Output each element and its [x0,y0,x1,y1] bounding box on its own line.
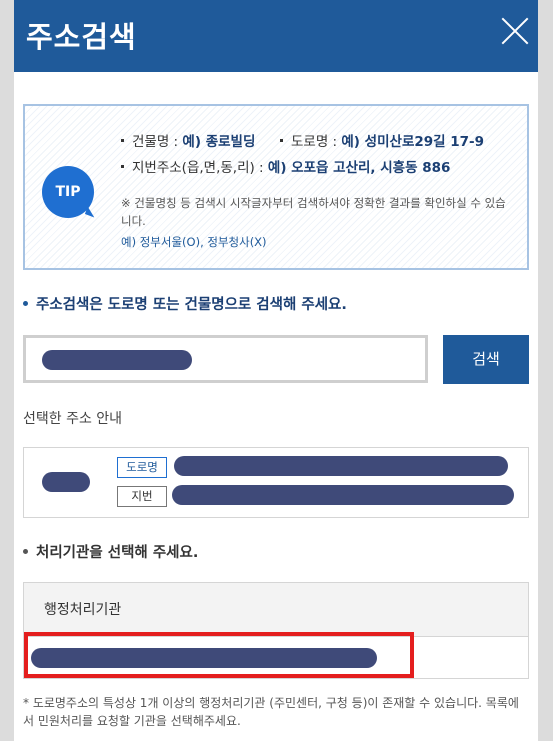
tip-lot-example: 예) 오포읍 고산리, 시흥동 886 [267,160,451,176]
agency-guide: 처리기관을 선택해 주세요. [23,541,198,562]
lot-address-tag: 지번 [117,486,167,507]
tip-example: 예) 정부서울(O), 정부청사(X) [121,235,267,249]
redacted-postal-code [42,472,90,492]
tip-building-example: 예) 종로빌딩 [182,134,256,150]
bullet-icon [279,139,283,142]
tip-box: TIP 건물명 : 예) 종로빌딩 도로명 : 예) 성미산로29길 17-9 … [23,104,529,270]
tip-badge: TIP [42,166,94,218]
selected-address-label: 선택한 주소 안내 [23,411,123,427]
search-guide: 주소검색은 도로명 또는 건물명으로 검색해 주세요. [23,293,347,314]
search-button[interactable]: 검색 [443,335,529,384]
selection-highlight [24,632,414,678]
modal-header: 주소검색 [14,0,538,72]
bullet-dot-icon [23,301,28,306]
tip-lot-label: 지번주소(읍,면,동,리) : [132,160,268,176]
tip-road-example: 예) 성미산로29길 17-9 [341,134,485,150]
tip-road-label: 도로명 : [290,134,342,150]
tip-line-1: 건물명 : 예) 종로빌딩 도로명 : 예) 성미산로29길 17-9 [121,130,484,150]
search-input[interactable] [23,335,428,383]
agency-column-header: 행정처리기관 [24,583,528,637]
footnote: * 도로명주소의 특성상 1개 이상의 행정처리기관 (주민센터, 구청 등)이… [23,696,519,728]
search-guide-text: 주소검색은 도로명 또는 건물명으로 검색해 주세요. [36,297,347,313]
road-address-tag: 도로명 [117,457,167,478]
bullet-dot-icon [23,549,28,554]
modal-title: 주소검색 [26,20,137,54]
bullet-icon [121,139,124,142]
close-icon[interactable] [500,16,530,46]
agency-guide-text: 처리기관을 선택해 주세요. [36,545,199,561]
tip-line-2: 지번주소(읍,면,동,리) : 예) 오포읍 고산리, 시흥동 886 [121,156,450,176]
address-search-modal: 주소검색 TIP 건물명 : 예) 종로빌딩 도로명 : 예) 성미산로29길 … [14,0,538,741]
tip-note: ※ 건물명칭 등 검색시 시작글자부터 검색하셔야 정확한 결과를 확인하실 수… [121,196,506,228]
selected-address-box: 도로명 지번 [23,447,529,518]
agency-table: 행정처리기관 [23,582,529,679]
redacted-road-address [174,456,508,476]
redacted-lot-address [172,485,514,505]
bullet-icon [121,165,124,168]
tip-building-label: 건물명 : [132,134,183,150]
redacted-input-value [42,350,192,370]
